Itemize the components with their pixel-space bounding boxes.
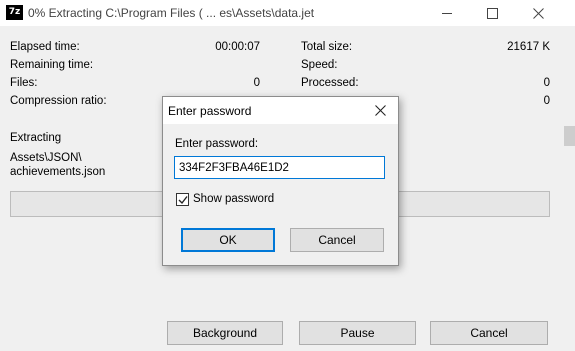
- total-size-value: 21617 K: [507, 41, 550, 53]
- dialog-close-button[interactable]: [368, 100, 392, 120]
- 7zip-app-icon: 7z: [6, 5, 23, 20]
- processed-label: Processed:: [301, 77, 359, 89]
- files-value: 0: [253, 77, 260, 89]
- pause-button[interactable]: Pause: [299, 321, 416, 345]
- minimize-button[interactable]: [424, 0, 469, 26]
- show-password-checkbox[interactable]: [176, 193, 189, 206]
- processed-value: 0: [543, 77, 550, 89]
- total-size-label: Total size:: [301, 41, 353, 53]
- cancel-button[interactable]: Cancel: [430, 321, 548, 345]
- enter-password-dialog: Enter password Enter password: Show pass…: [162, 96, 399, 266]
- extracting-label: Extracting: [10, 132, 62, 144]
- dialog-title: Enter password: [168, 104, 252, 118]
- packed-size-value: 0: [543, 95, 550, 107]
- scrollbar-thumb[interactable]: [564, 126, 575, 146]
- compression-ratio-label: Compression ratio:: [10, 95, 107, 107]
- password-input[interactable]: [174, 156, 385, 179]
- maximize-button[interactable]: [470, 0, 515, 26]
- password-field-label: Enter password:: [175, 138, 259, 150]
- window-titlebar[interactable]: 7z 0% Extracting C:\Program Files ( ... …: [0, 0, 575, 26]
- current-file-path: Assets\JSON\: [10, 152, 82, 164]
- current-file-name: achievements.json: [10, 166, 106, 178]
- background-button[interactable]: Background: [167, 321, 283, 345]
- checkmark-icon: [178, 196, 188, 205]
- window-title: 0% Extracting C:\Program Files ( ... es\…: [28, 6, 315, 20]
- show-password-label[interactable]: Show password: [193, 193, 274, 205]
- dialog-cancel-button[interactable]: Cancel: [290, 228, 384, 252]
- minimize-icon: [441, 12, 452, 14]
- ok-button[interactable]: OK: [181, 228, 275, 252]
- dialog-titlebar[interactable]: Enter password: [163, 97, 398, 124]
- close-icon: [533, 7, 544, 19]
- speed-label: Speed:: [301, 59, 338, 71]
- elapsed-time-label: Elapsed time:: [10, 41, 80, 53]
- close-icon: [374, 104, 386, 116]
- maximize-icon: [487, 7, 498, 19]
- remaining-time-label: Remaining time:: [10, 59, 94, 71]
- files-label: Files:: [10, 77, 38, 89]
- elapsed-time-value: 00:00:07: [215, 41, 260, 53]
- close-window-button[interactable]: [516, 0, 561, 26]
